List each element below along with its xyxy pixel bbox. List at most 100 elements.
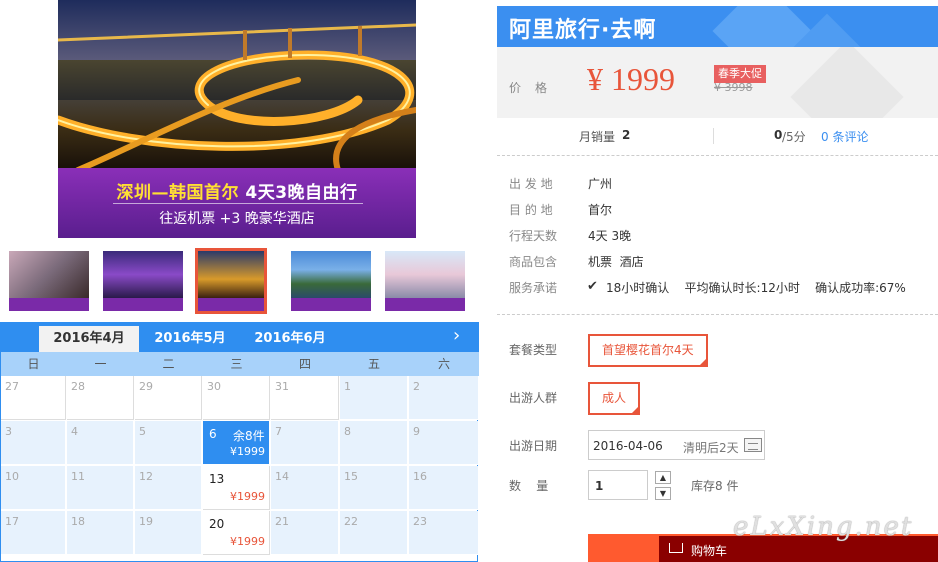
tab-2016-05[interactable]: 2016年5月 (143, 326, 237, 352)
calendar-day-number: 19 (139, 515, 153, 528)
travel-date-input[interactable]: 2016-04-06 清明后2天 (588, 430, 765, 460)
calendar-day-number: 4 (71, 425, 78, 438)
package-option-button[interactable]: 首望樱花首尔4天 ✔ (588, 334, 708, 367)
calendar-day-available[interactable]: 6 余8件 ¥1999 (203, 421, 270, 465)
thumbnail-3[interactable] (195, 248, 267, 314)
check-circle-icon: ✔ (587, 279, 598, 294)
weekday-label: 日 (27, 357, 40, 371)
calendar-day: 18 (67, 511, 134, 555)
monthly-sales-value: 2 (622, 128, 631, 142)
thumbnail-4[interactable] (291, 251, 371, 311)
quantity-label: 数 量 (509, 479, 549, 493)
calendar-day: 21 (271, 511, 339, 555)
calendar-day: 19 (135, 511, 202, 555)
stock-text: 库存8 件 (691, 479, 739, 493)
calendar-day-available[interactable]: 13 ¥1999 (203, 466, 270, 510)
tab-2016-06[interactable]: 2016年6月 (243, 326, 337, 352)
thumbnail-1[interactable] (9, 251, 89, 311)
traveler-type-label: 出游人群 (509, 391, 558, 405)
package-option-label: 首望樱花首尔4天 (602, 343, 694, 357)
thumbnail-5[interactable] (385, 251, 465, 311)
traveler-option-button[interactable]: 成人 ✔ (588, 382, 641, 415)
travel-date-hint: 清明后2天 (683, 441, 739, 455)
calendar-day-number: 27 (5, 380, 19, 393)
rating-suffix: /5分 (782, 130, 806, 144)
calendar-day-number: 3 (5, 425, 12, 438)
hero-image: 深圳—韩国首尔 4天3晚自由行 往返机票 +3 晚豪华酒店 (58, 0, 416, 238)
calendar-day-number: 9 (413, 425, 420, 438)
detail-value: 广州 (588, 177, 613, 191)
calendar-day: 29 (135, 376, 202, 420)
hero-title-route: 深圳—韩国首尔 (116, 183, 239, 203)
quantity-input[interactable]: 1 (588, 470, 648, 500)
traveler-option-label: 成人 (602, 391, 627, 405)
departure-calendar: 2016年4月 2016年5月 2016年6月 › 日一二三四五六 27 28 29… (0, 322, 479, 562)
travel-date-label: 出游日期 (509, 439, 558, 453)
calendar-day-number: 1 (344, 380, 351, 393)
bridge-illustration (58, 23, 416, 170)
increment-icon[interactable]: ▲ (655, 471, 671, 484)
calendar-day: 30 (203, 376, 270, 420)
calendar-day: 16 (409, 466, 479, 510)
calendar-day: 1 (340, 376, 408, 420)
calendar-day: 5 (135, 421, 202, 465)
travel-date-value: 2016-04-06 (593, 439, 663, 453)
calendar-day-number: 30 (207, 380, 221, 393)
check-icon: ✔ (699, 347, 706, 355)
thumbnail-2[interactable] (103, 251, 183, 311)
hero-title-duration: 4天3晚自由行 (245, 183, 358, 203)
calendar-day-number: 29 (139, 380, 153, 393)
calendar-day: 7 (271, 421, 339, 465)
chevron-right-icon[interactable]: › (453, 325, 460, 346)
calendar-day-number: 7 (275, 425, 282, 438)
quantity-value: 1 (595, 479, 604, 493)
calendar-day-available[interactable]: 20 ¥1999 (203, 511, 270, 555)
calendar-day-stock: 余8件 (233, 429, 265, 443)
calendar-day: 17 (1, 511, 66, 555)
detail-key: 商品包含 (509, 255, 558, 269)
decrement-icon[interactable]: ▼ (655, 487, 671, 500)
detail-key: 行程天数 (509, 229, 558, 243)
calendar-day: 28 (67, 376, 134, 420)
calendar-day: 14 (271, 466, 339, 510)
calendar-day-number: 11 (71, 470, 85, 483)
brand-header: 阿里旅行·去啊 (497, 6, 938, 47)
monthly-sales-label: 月销量 (579, 130, 616, 144)
calendar-day: 31 (271, 376, 339, 420)
weekday-label: 一 (94, 357, 107, 371)
calendar-day-price: ¥1999 (230, 445, 265, 458)
calendar-icon[interactable] (744, 438, 762, 452)
detail-value: 首尔 (588, 203, 613, 217)
detail-key: 目 的 地 (509, 203, 553, 217)
calendar-day: 8 (340, 421, 408, 465)
calendar-day-price: ¥1999 (230, 490, 265, 503)
price-value: ¥ 1999 (587, 61, 675, 97)
price-box: 价格 ¥ 1999 春季大促 ¥ 3998 (497, 47, 938, 118)
detail-key: 出 发 地 (509, 177, 553, 191)
hero-banner: 深圳—韩国首尔 4天3晚自由行 往返机票 +3 晚豪华酒店 (58, 168, 416, 238)
detail-value: 机票 酒店 (588, 255, 644, 269)
calendar-day-number: 23 (413, 515, 427, 528)
calendar-month-tabs: 2016年4月 2016年5月 2016年6月 › (1, 322, 479, 352)
calendar-day: 23 (409, 511, 479, 555)
calendar-day: 2 (409, 376, 479, 420)
tab-2016-04[interactable]: 2016年4月 (39, 326, 139, 352)
price-label: 价格 (509, 81, 562, 95)
calendar-day: 4 (67, 421, 134, 465)
calendar-day-number: 8 (344, 425, 351, 438)
product-gallery-and-calendar: 深圳—韩国首尔 4天3晚自由行 往返机票 +3 晚豪华酒店 2016年4月 20… (0, 0, 479, 562)
calendar-day-number: 16 (413, 470, 427, 483)
package-type-label: 套餐类型 (509, 343, 558, 357)
calendar-day-number: 17 (5, 515, 19, 528)
weekday-label: 五 (367, 357, 380, 371)
cart-label: 购物车 (691, 544, 728, 558)
calendar-day-price: ¥1999 (230, 535, 265, 548)
calendar-day: 15 (340, 466, 408, 510)
detail-key: 服务承诺 (509, 281, 558, 295)
calendar-day-number: 22 (344, 515, 358, 528)
calendar-day: 11 (67, 466, 134, 510)
weekday-label: 六 (437, 357, 450, 371)
calendar-day-number: 12 (139, 470, 153, 483)
calendar-day-number: 2 (413, 380, 420, 393)
reviews-link[interactable]: 0 条评论 (821, 128, 868, 145)
